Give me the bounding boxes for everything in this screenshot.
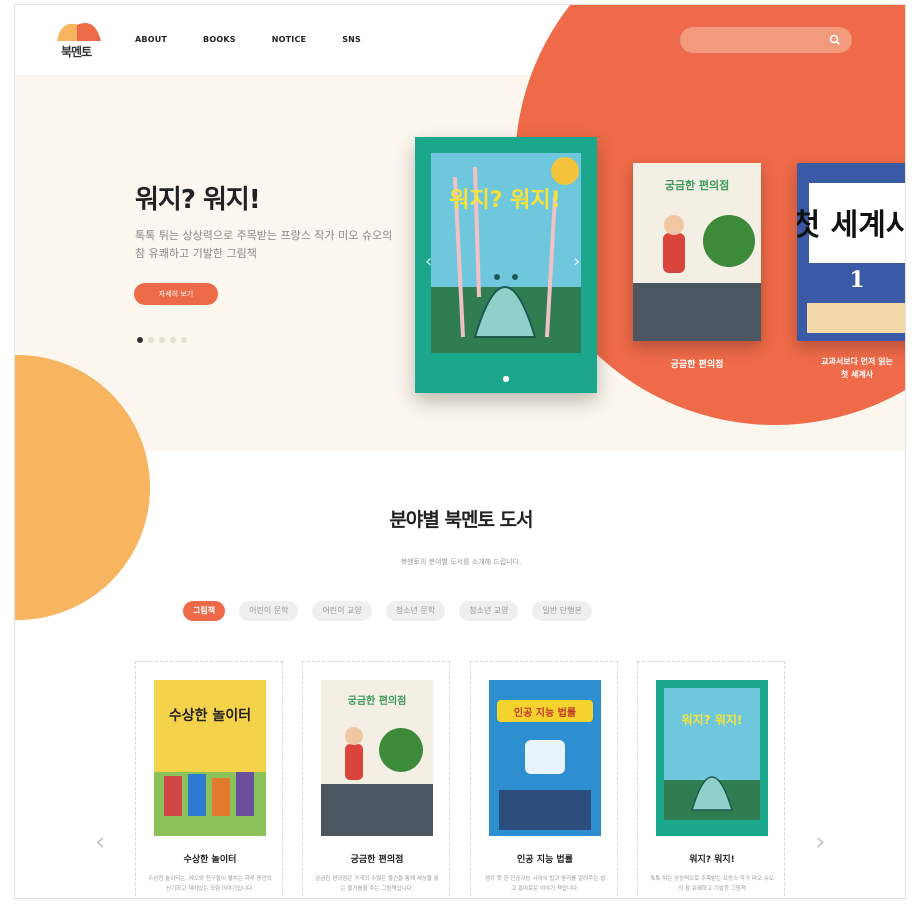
brand-logo[interactable]: 북멘토 [55,17,105,63]
book-card-cover: 궁금한 편의점 [321,680,433,836]
book-card-title: 인공 지능 법률 [517,855,573,865]
books-prev-arrow[interactable]: ‹ [95,827,105,857]
section-title: 분야별 북멘토 도서 [389,509,533,531]
svg-text:궁금한 편의점: 궁금한 편의점 [348,694,407,707]
tab-children-culture[interactable]: 어린이 교양 [312,601,372,621]
nav-sns[interactable]: SNS [342,35,361,44]
nav-about[interactable]: ABOUT [135,35,167,44]
featured-book-title: 워지? 워지! [449,188,560,213]
slide-dot-4[interactable] [170,337,176,343]
book-card-cover: 수상한 놀이터 [154,680,266,836]
section-subtitle: 북멘토의 분야별 도서를 소개해 드립니다. [400,558,522,566]
book3-label-line2: 첫 세계사 [840,370,874,379]
svg-text:워지? 워지!: 워지? 워지! [682,712,743,727]
book3-cover-title: 첫 세계사 [797,208,906,243]
site-header: 북멘토 ABOUT BOOKS NOTICE SNS [15,5,905,75]
nav-books[interactable]: BOOKS [203,35,236,44]
logo-text: 북멘토 [61,45,92,59]
slide-dot-5[interactable] [181,337,187,343]
book-card[interactable]: 인공 지능 법률 인공 지능 법률 생각 못 한 인공지능 시대의 법과 윤리를… [470,661,618,898]
svg-text:●: ● [503,374,510,383]
book-cover-3[interactable]: 첫 세계사 1 [793,163,906,341]
tab-children-literature[interactable]: 어린이 문학 [239,601,299,621]
book-card-title: 워지? 워지! [689,855,735,865]
book2-label[interactable]: 궁금한 편의점 [633,357,761,370]
book-cover-2[interactable]: 궁금한 편의점 [633,163,761,341]
books-next-arrow[interactable]: › [815,827,825,857]
svg-text:수상한 놀이터: 수상한 놀이터 [169,707,251,724]
book3-illustration: 첫 세계사 1 [793,163,906,341]
featured-book-cover[interactable]: 워지? 워지! ● [415,137,597,393]
tab-general-books[interactable]: 일반 단행본 [532,601,592,621]
search-icon[interactable] [828,33,842,47]
svg-text:1: 1 [849,267,864,293]
hero-prev-arrow[interactable]: ‹ [425,251,432,272]
book-card[interactable]: 수상한 놀이터 수상한 놀이터 수상한 놀이터는, 레오와 친구들이 펼치는 하… [135,661,283,898]
svg-text:인공 지능 법률: 인공 지능 법률 [514,706,576,719]
book3-label[interactable]: 교과서보다 먼저 읽는 첫 세계사 [797,355,905,381]
search-box[interactable] [680,27,852,53]
logo-mark-icon [57,23,101,41]
slide-dot-3[interactable] [159,337,165,343]
book-card-cover: 워지? 워지! [656,680,768,836]
nav-notice[interactable]: NOTICE [272,35,306,44]
hero-banner: 워지? 워지! 톡톡 튀는 상상력으로 주목받는 프랑스 작가 미오 슈오의 참… [15,75,906,451]
hero-detail-button[interactable]: 자세히 보기 [134,283,218,305]
book-card[interactable]: 궁금한 편의점 궁금한 편의점 궁금한 편의점은 가게의 수많은 물건을 통해 … [302,661,450,898]
search-input[interactable] [690,31,820,49]
book3-label-line1: 교과서보다 먼저 읽는 [821,357,893,366]
slide-dot-2[interactable] [148,337,154,343]
book-card-desc: 수상한 놀이터는, 레오와 친구들이 펼치는 하루 동안의 신기하고 재미있는 … [148,876,272,892]
book-card-desc: 톡톡 튀는 상상력으로 주목받는 프랑스 작가 미오 슈오의 참 유쾌하고 기발… [650,876,774,892]
page-frame: 워지? 워지! 톡톡 튀는 상상력으로 주목받는 프랑스 작가 미오 슈오의 참… [14,4,906,899]
book-card-title: 궁금한 편의점 [350,855,404,865]
book-card-desc: 생각 못 한 인공지능 시대의 법과 윤리를 알려주는 쉽고 흥미로운 이야기 … [484,876,606,892]
tab-youth-culture[interactable]: 청소년 교양 [459,601,519,621]
book-card[interactable]: 워지? 워지! 워지? 워지! 톡톡 튀는 상상력으로 주목받는 프랑스 작가 … [637,661,785,898]
hero-next-arrow[interactable]: › [573,251,580,272]
book-card-desc: 궁금한 편의점은 가게의 수많은 물건을 통해 세상을 읽는 즐거움을 주는 그… [315,876,439,892]
hero-title: 워지? 워지! [135,185,261,215]
main-nav: ABOUT BOOKS NOTICE SNS [135,35,397,44]
book-card-title: 수상한 놀이터 [183,855,237,865]
category-tabs: 그림책 어린이 문학 어린이 교양 청소년 문학 청소년 교양 일반 단행본 [183,601,592,621]
hero-description: 톡톡 튀는 상상력으로 주목받는 프랑스 작가 미오 슈오의 참 유쾌하고 기발… [135,229,393,260]
slide-indicator [137,337,187,343]
book2-illustration: 궁금한 편의점 [633,163,761,341]
slide-dot-1[interactable] [137,337,143,343]
tab-youth-literature[interactable]: 청소년 문학 [385,601,446,621]
tab-picture-book[interactable]: 그림책 [183,601,226,621]
book2-cover-title: 궁금한 편의점 [665,178,730,192]
book-card-cover: 인공 지능 법률 [489,680,601,836]
featured-book-illustration: 워지? 워지! ● [431,153,581,383]
